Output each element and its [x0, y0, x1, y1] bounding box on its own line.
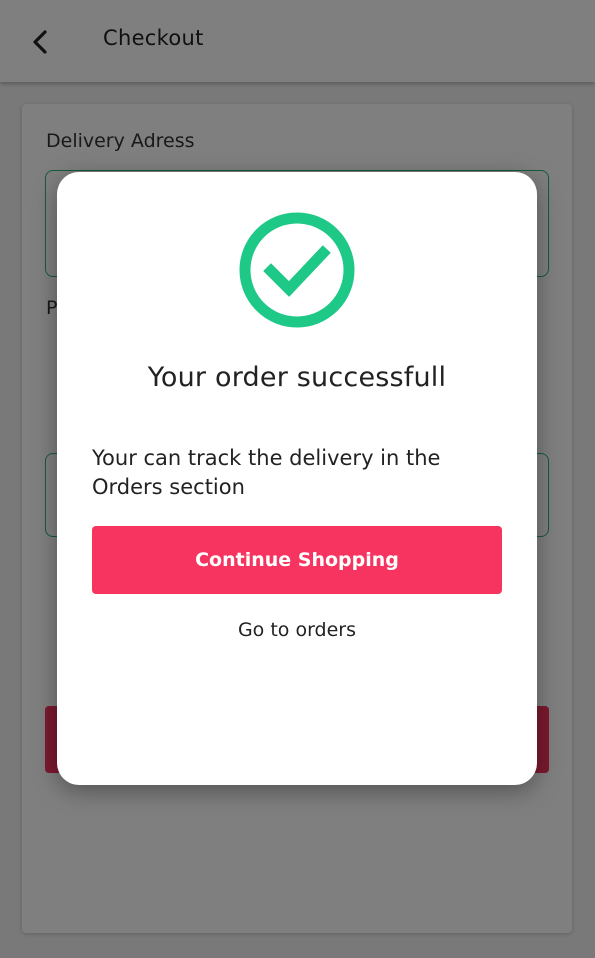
- go-to-orders-link[interactable]: Go to orders: [57, 619, 537, 641]
- continue-shopping-button[interactable]: Continue Shopping: [92, 526, 502, 594]
- check-circle-icon: [239, 212, 355, 328]
- dialog-title: Your order successfull: [147, 362, 447, 393]
- dialog-message: Your can track the delivery in the Order…: [92, 446, 441, 499]
- order-success-dialog: Your order successfull Your can track th…: [57, 172, 537, 785]
